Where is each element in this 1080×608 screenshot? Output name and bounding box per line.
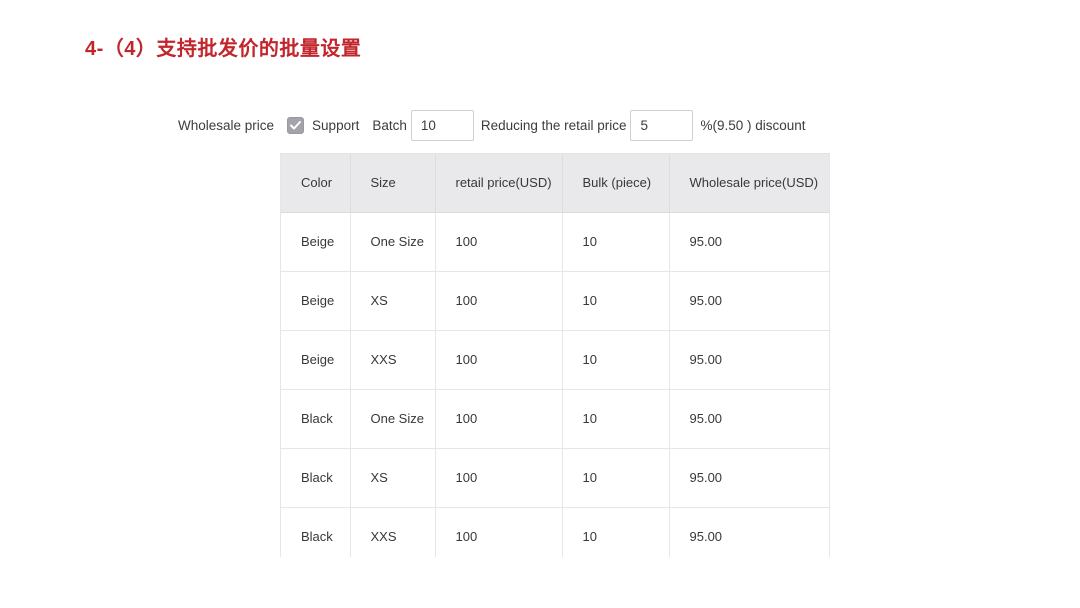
wholesale-settings-form: Wholesale price Support Batch Reducing t… [178, 110, 806, 141]
table-cell: Black [281, 448, 350, 507]
reduce-retail-price-label: Reducing the retail price [481, 118, 627, 133]
header-wholesale: Wholesale price(USD) [669, 154, 829, 212]
table-cell: Black [281, 507, 350, 557]
header-bulk: Bulk (piece) [562, 154, 669, 212]
page: 4-（4）支持批发价的批量设置 Wholesale price Support … [0, 0, 1080, 608]
table-cell: 100 [435, 271, 562, 330]
table-cell: 100 [435, 507, 562, 557]
page-title: 4-（4）支持批发价的批量设置 [85, 32, 361, 61]
table-cell: Black [281, 389, 350, 448]
header-retail: retail price(USD) [435, 154, 562, 212]
support-checkbox[interactable] [287, 117, 304, 134]
table-cell: XXS [350, 330, 435, 389]
table-row: BeigeXXS1001095.00 [281, 330, 829, 389]
table-cell: 10 [562, 330, 669, 389]
table-cell: XXS [350, 507, 435, 557]
table-cell: 95.00 [669, 212, 829, 271]
table-cell: 10 [562, 448, 669, 507]
discount-suffix-label: %(9.50 ) discount [700, 118, 805, 133]
table-cell: Beige [281, 271, 350, 330]
reduce-percent-input[interactable] [630, 110, 693, 141]
table-row: BlackXXS1001095.00 [281, 507, 829, 557]
table-cell: One Size [350, 212, 435, 271]
table-cell: 100 [435, 389, 562, 448]
table-cell: 95.00 [669, 330, 829, 389]
table-row: BeigeXS1001095.00 [281, 271, 829, 330]
support-label: Support [312, 118, 359, 133]
table-cell: 10 [562, 507, 669, 557]
table-cell: XS [350, 271, 435, 330]
table-cell: 10 [562, 389, 669, 448]
check-icon [290, 121, 301, 130]
table-cell: 95.00 [669, 389, 829, 448]
table-cell: 95.00 [669, 271, 829, 330]
price-table: Color Size retail price(USD) Bulk (piece… [281, 154, 829, 557]
table-cell: 10 [562, 212, 669, 271]
table-body: BeigeOne Size1001095.00BeigeXS1001095.00… [281, 212, 829, 557]
table-cell: One Size [350, 389, 435, 448]
batch-input[interactable] [411, 110, 474, 141]
table-cell: 95.00 [669, 448, 829, 507]
price-table-container: Color Size retail price(USD) Bulk (piece… [280, 153, 830, 557]
table-cell: Beige [281, 330, 350, 389]
table-cell: 100 [435, 448, 562, 507]
table-cell: 100 [435, 330, 562, 389]
table-header: Color Size retail price(USD) Bulk (piece… [281, 154, 829, 212]
table-cell: 10 [562, 271, 669, 330]
table-cell: Beige [281, 212, 350, 271]
table-row: BeigeOne Size1001095.00 [281, 212, 829, 271]
table-row: BlackXS1001095.00 [281, 448, 829, 507]
header-size: Size [350, 154, 435, 212]
table-cell: 100 [435, 212, 562, 271]
table-header-row: Color Size retail price(USD) Bulk (piece… [281, 154, 829, 212]
table-cell: XS [350, 448, 435, 507]
wholesale-price-label: Wholesale price [178, 118, 274, 133]
header-color: Color [281, 154, 350, 212]
table-row: BlackOne Size1001095.00 [281, 389, 829, 448]
batch-label: Batch [372, 118, 407, 133]
table-cell: 95.00 [669, 507, 829, 557]
